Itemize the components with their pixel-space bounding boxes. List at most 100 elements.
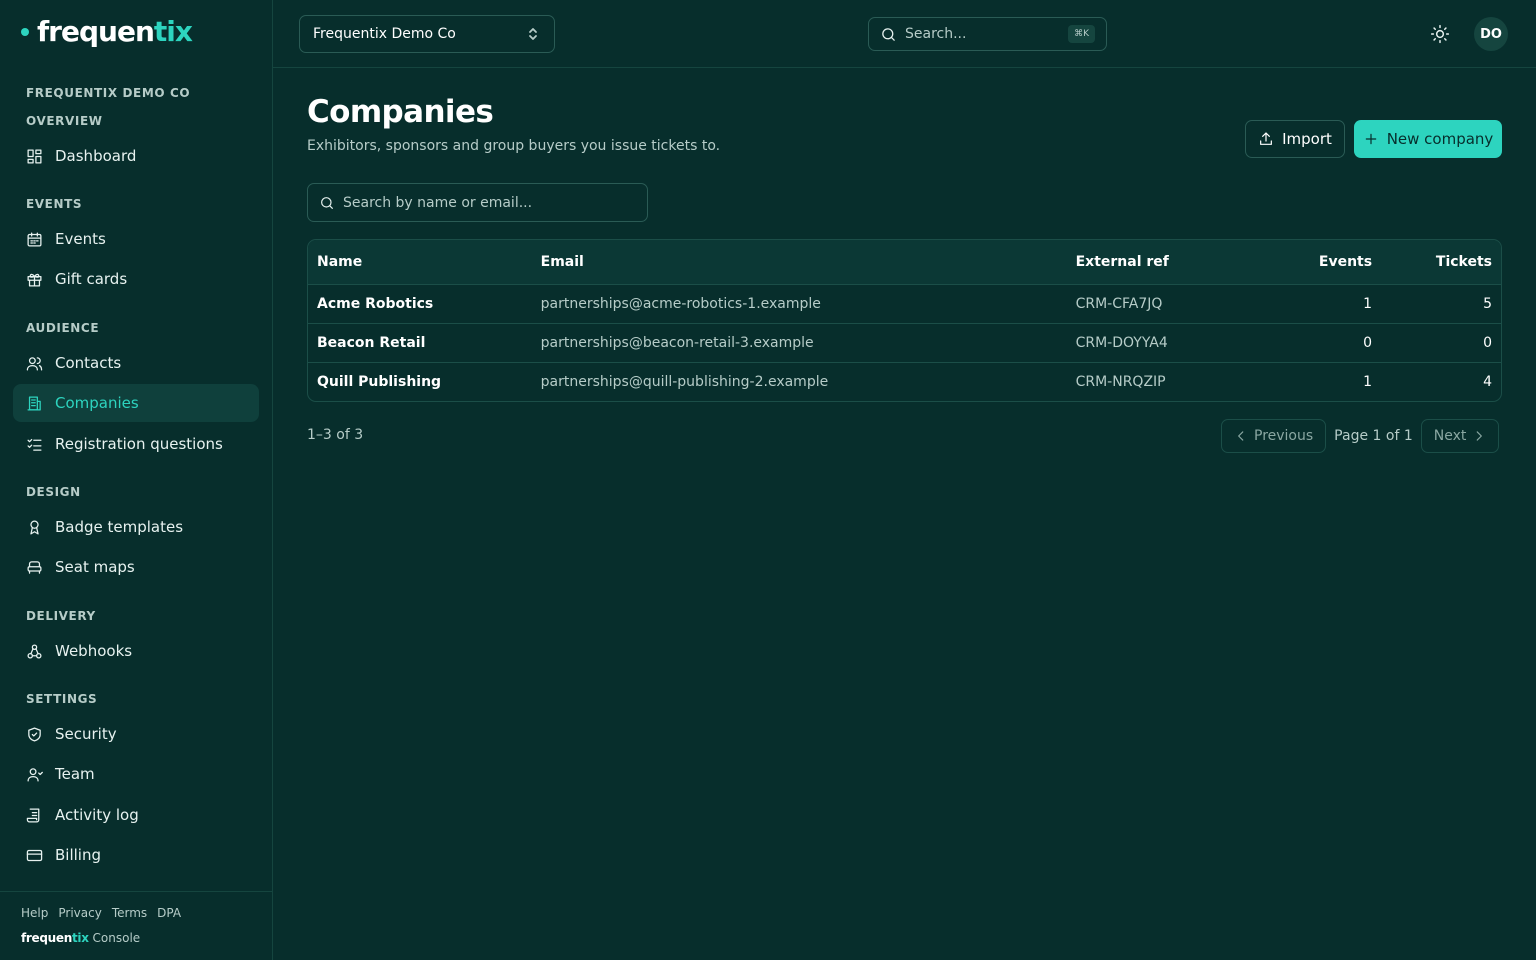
sidebar-item-activity-log[interactable]: Activity log — [13, 796, 259, 834]
search-icon — [321, 197, 333, 209]
sidebar-item-events[interactable]: Events — [13, 220, 259, 258]
sidebar-item-contacts[interactable]: Contacts — [13, 344, 259, 382]
table-row[interactable]: Quill Publishing partnerships@quill-publ… — [308, 362, 1501, 401]
credit-card-icon — [25, 846, 43, 864]
table-header-row: Name Email External ref Events Tickets — [308, 240, 1501, 285]
calendar-icon — [25, 230, 43, 248]
sidebar-item-label: Badge templates — [55, 518, 184, 536]
topbar: Frequentix Demo Co Search... ⌘K DO — [273, 0, 1536, 68]
company-external-ref: CRM-DOYYA4 — [1066, 323, 1277, 363]
org-switcher[interactable]: Frequentix Demo Co — [299, 15, 555, 53]
sidebar-item-badge-templates[interactable]: Badge templates — [13, 508, 259, 546]
company-name[interactable]: Acme Robotics — [308, 284, 532, 324]
footer-link-privacy[interactable]: Privacy — [58, 906, 101, 920]
brand-logo[interactable]: frequentix — [21, 14, 193, 48]
page-info: Page 1 of 1 — [1334, 428, 1413, 444]
webhook-icon — [25, 642, 43, 660]
company-search-placeholder: Search by name or email... — [343, 194, 533, 211]
sun-icon[interactable] — [1430, 24, 1450, 44]
company-email: partnerships@quill-publishing-2.example — [540, 373, 829, 390]
chevron-right-icon — [1477, 431, 1483, 441]
new-company-button[interactable]: New company — [1354, 120, 1502, 158]
avatar[interactable]: DO — [1474, 17, 1508, 51]
chevron-up-down-icon — [529, 28, 537, 40]
company-events-count: 0 — [1276, 323, 1382, 363]
console-label: Console — [92, 931, 141, 945]
next-label: Next — [1433, 428, 1467, 444]
sidebar-item-label: Team — [55, 765, 95, 783]
footer-link-dpa[interactable]: DPA — [157, 906, 181, 920]
org-switcher-label: Frequentix Demo Co — [313, 26, 456, 42]
search-shortcut: ⌘K — [1068, 25, 1095, 43]
sidebar-item-security[interactable]: Security — [13, 715, 259, 753]
sidebar-item-label: Activity log — [55, 806, 139, 824]
company-external-ref: CRM-NRQZIP — [1075, 373, 1166, 390]
org-label: FREQUENTIX DEMO CO — [26, 86, 191, 100]
column-header-tickets[interactable]: Tickets — [1381, 240, 1501, 285]
new-company-button-label: New company — [1386, 130, 1494, 148]
global-search-input[interactable]: Search... ⌘K — [868, 17, 1107, 51]
dashboard-icon — [25, 147, 43, 165]
company-events-count: 1 — [1276, 284, 1382, 324]
sidebar-item-billing[interactable]: Billing — [13, 836, 259, 874]
company-search-input[interactable]: Search by name or email... — [307, 183, 648, 222]
chevron-left-icon — [1238, 431, 1244, 441]
company-email: partnerships@beacon-retail-3.example — [531, 323, 1067, 363]
previous-page-button[interactable]: Previous — [1221, 419, 1327, 453]
company-tickets-count: 5 — [1381, 284, 1501, 324]
column-header-name[interactable]: Name — [308, 240, 532, 285]
shield-icon — [25, 725, 43, 743]
checklist-icon — [25, 435, 43, 453]
upload-icon — [1260, 132, 1273, 145]
sidebar-item-label: Gift cards — [55, 270, 128, 288]
company-name[interactable]: Beacon Retail — [308, 323, 532, 363]
sidebar-item-label: Contacts — [55, 354, 122, 372]
sidebar-item-label: Dashboard — [55, 147, 137, 165]
footer-brand: frequentix Console — [21, 931, 141, 945]
pagination: Previous Page 1 of 1 Next — [1221, 419, 1500, 453]
companies-table: Name Email External ref Events Tickets A… — [307, 239, 1502, 402]
column-header-events[interactable]: Events — [1276, 240, 1382, 285]
sidebar-item-companies[interactable]: Companies — [13, 384, 259, 422]
result-count: 1–3 of 3 — [307, 427, 364, 443]
section-label-settings: SETTINGS — [26, 692, 98, 706]
sidebar-item-label: Security — [55, 725, 117, 743]
sidebar-item-gift-cards[interactable]: Gift cards — [13, 260, 259, 298]
sidebar-item-registration-questions[interactable]: Registration questions — [13, 425, 259, 463]
badge-icon — [25, 518, 43, 536]
company-tickets-count: 4 — [1483, 373, 1492, 390]
next-page-button[interactable]: Next — [1420, 419, 1500, 453]
sidebar: frequentix FREQUENTIX DEMO CO OVERVIEW D… — [0, 0, 273, 960]
seat-icon — [25, 558, 43, 576]
sidebar-item-webhooks[interactable]: Webhooks — [13, 632, 259, 670]
sidebar-item-team[interactable]: Team — [13, 755, 259, 793]
import-button[interactable]: Import — [1245, 120, 1345, 158]
company-name[interactable]: Quill Publishing — [308, 362, 532, 401]
table-row[interactable]: Beacon Retail partnerships@beacon-retail… — [308, 323, 1501, 363]
import-button-label: Import — [1282, 130, 1332, 148]
user-icon — [25, 765, 43, 783]
plus-icon — [1365, 133, 1376, 145]
section-label-events: EVENTS — [26, 197, 83, 211]
section-label-delivery: DELIVERY — [26, 609, 96, 623]
log-icon — [25, 806, 43, 824]
logo-text: frequentix — [37, 14, 193, 48]
company-tickets-count: 0 — [1381, 323, 1501, 363]
table-row[interactable]: Acme Robotics partnerships@acme-robotics… — [308, 284, 1501, 324]
page-title: Companies — [307, 94, 494, 130]
column-header-external-ref[interactable]: External ref — [1066, 240, 1277, 285]
footer-link-terms[interactable]: Terms — [112, 906, 147, 920]
page-subtitle: Exhibitors, sponsors and group buyers yo… — [307, 138, 721, 154]
sidebar-item-dashboard[interactable]: Dashboard — [13, 137, 259, 175]
users-icon — [25, 354, 43, 372]
search-icon — [882, 28, 895, 41]
footer-link-help[interactable]: Help — [21, 906, 48, 920]
section-label-audience: AUDIENCE — [26, 321, 100, 335]
sidebar-item-seat-maps[interactable]: Seat maps — [13, 548, 259, 586]
section-label-overview: OVERVIEW — [26, 114, 103, 128]
sidebar-item-label: Webhooks — [55, 642, 133, 660]
column-header-email[interactable]: Email — [531, 240, 1067, 285]
sidebar-item-label: Events — [55, 230, 106, 248]
sidebar-item-label: Companies — [55, 394, 139, 412]
section-label-design: DESIGN — [26, 485, 81, 499]
